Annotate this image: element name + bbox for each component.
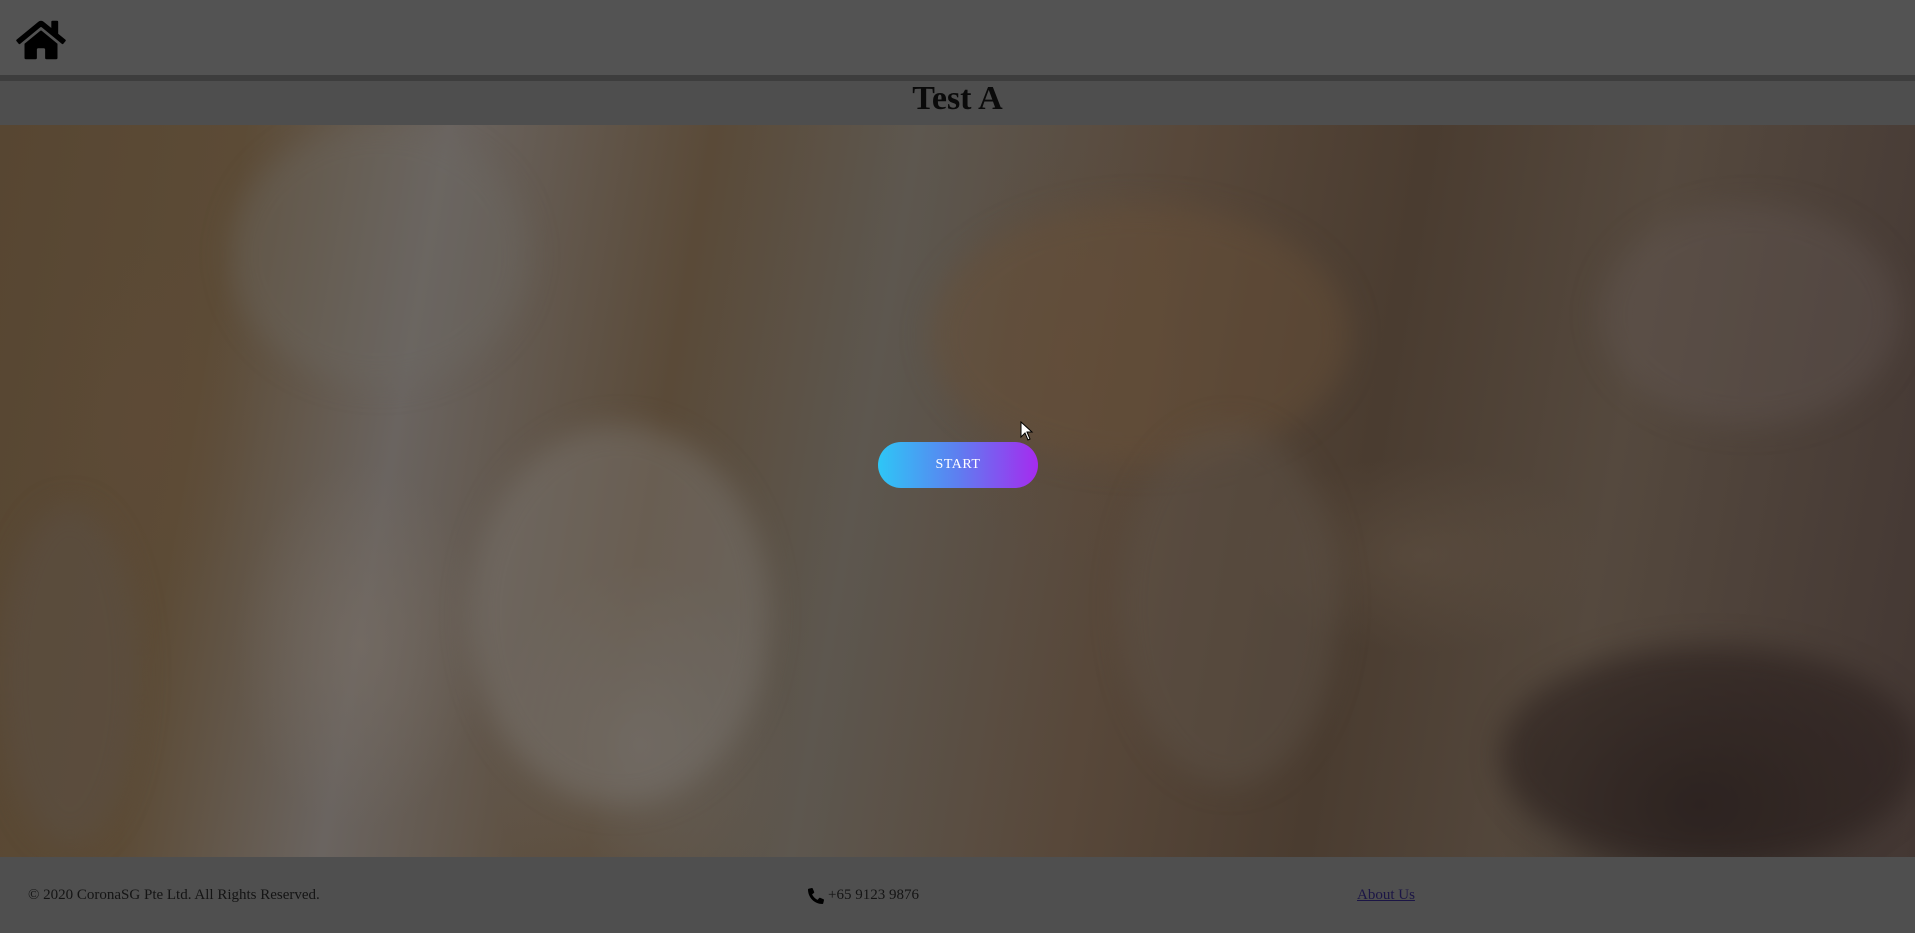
hero-blob (470, 425, 770, 805)
footer: © 2020 CoronaSG Pte Ltd. All Rights Rese… (0, 857, 1915, 933)
phone-contact: +65 9123 9876 (808, 887, 919, 904)
about-us-link[interactable]: About Us (1357, 887, 1415, 904)
title-band: Test A (0, 81, 1915, 125)
page-title: Test A (912, 80, 1003, 117)
start-button[interactable]: START (878, 442, 1038, 488)
phone-number: +65 9123 9876 (828, 887, 919, 903)
top-navbar (0, 0, 1915, 81)
phone-icon (808, 887, 824, 904)
hero-blob (1500, 645, 1915, 857)
copyright-text: © 2020 CoronaSG Pte Ltd. All Rights Rese… (28, 887, 320, 903)
hero-blob (1600, 205, 1900, 425)
hero-blob (930, 205, 1350, 465)
mouse-cursor-icon (1020, 421, 1034, 441)
hero-blob (230, 125, 530, 385)
home-icon (16, 20, 66, 60)
hero-background (0, 125, 1915, 857)
home-button[interactable] (16, 18, 66, 62)
hero-blob (0, 505, 140, 845)
hero-blob (1120, 425, 1340, 785)
